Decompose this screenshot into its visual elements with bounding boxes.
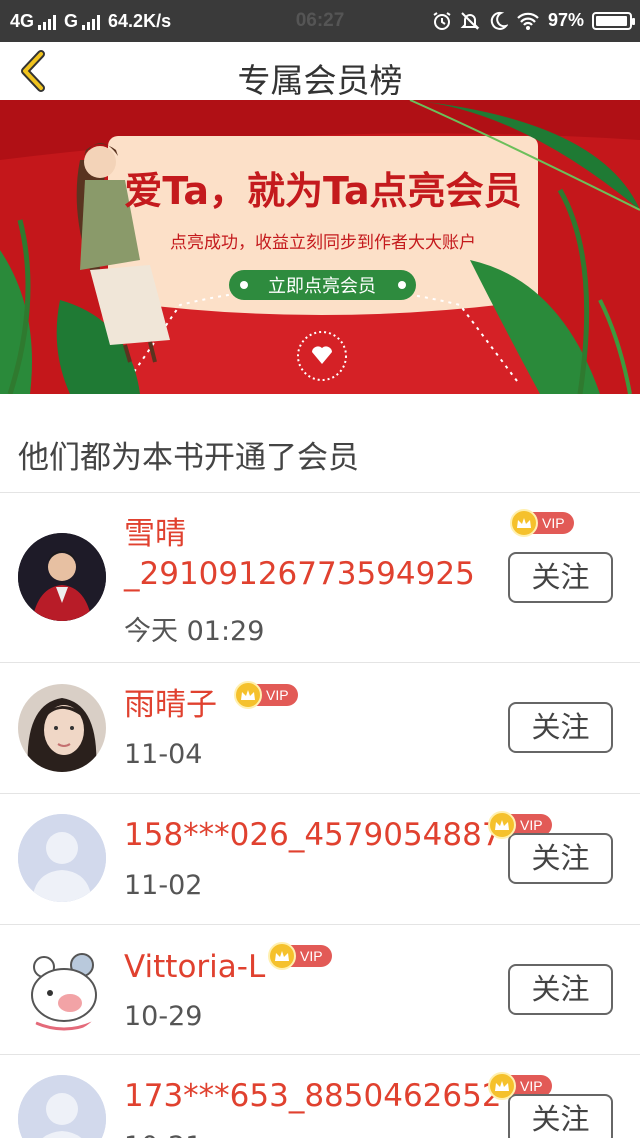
default-avatar-icon: [18, 1075, 106, 1138]
crown-icon: [488, 1072, 516, 1100]
avatar[interactable]: [18, 945, 106, 1033]
battery-percent: 97%: [547, 10, 584, 30]
vip-badge: VIP: [268, 942, 332, 970]
battery-icon: [592, 11, 635, 30]
section-title: 他们都为本书开通了会员: [18, 440, 359, 476]
avatar[interactable]: [18, 814, 106, 902]
member-time: 10-21: [124, 1131, 202, 1138]
member-name[interactable]: 158***026_4579054887: [124, 812, 502, 858]
member-time: 今天 01:29: [124, 616, 265, 647]
member-name-line2[interactable]: _29109126773594925: [124, 551, 475, 597]
list-item[interactable]: 雨晴子 11-04 VIP 关注: [0, 663, 640, 793]
list-item[interactable]: 173***653_8850462652 10-21 VIP 关注: [0, 1055, 640, 1138]
member-time: 11-04: [124, 739, 203, 770]
default-avatar-icon: [18, 814, 106, 902]
member-time: 10-29: [124, 1001, 203, 1032]
list-item[interactable]: 雪晴 _29109126773594925 今天 01:29 VIP 关注: [0, 493, 640, 662]
vip-badge: VIP: [234, 681, 298, 709]
promo-banner[interactable]: 爱Ta，就为Ta点亮会员 点亮成功，收益立刻同步到作者大大账户 立即点亮会员: [0, 100, 640, 394]
do-not-disturb-moon-icon: [490, 11, 508, 30]
banner-headline: 爱Ta，就为Ta点亮会员: [124, 169, 521, 213]
banner-subtext: 点亮成功，收益立刻同步到作者大大账户: [170, 233, 476, 253]
member-name[interactable]: 雨晴子: [124, 682, 217, 728]
avatar[interactable]: [18, 533, 106, 621]
avatar[interactable]: [18, 684, 106, 772]
page-title: 专属会员榜: [237, 61, 403, 100]
crown-icon: [234, 681, 262, 709]
vip-badge: VIP: [510, 509, 574, 537]
battery-fill: [596, 15, 628, 26]
follow-button[interactable]: 关注: [508, 1094, 613, 1138]
status-bar: 4G G 64.2K/s 06:27 97%: [0, 0, 640, 42]
follow-button[interactable]: 关注: [508, 833, 613, 884]
system-icons: 97%: [432, 10, 635, 31]
cartoon-bear-avatar: [18, 945, 106, 1033]
follow-button[interactable]: 关注: [508, 552, 613, 603]
banner-cta[interactable]: 立即点亮会员: [268, 276, 376, 297]
follow-button[interactable]: 关注: [508, 702, 613, 753]
crown-icon: [268, 942, 296, 970]
mute-notification-icon: [460, 11, 480, 30]
wifi-icon: [517, 12, 539, 30]
member-name[interactable]: 173***653_8850462652: [124, 1073, 502, 1119]
alarm-icon: [433, 11, 451, 30]
follow-button[interactable]: 关注: [508, 964, 613, 1015]
banner-illustration: 爱Ta，就为Ta点亮会员 点亮成功，收益立刻同步到作者大大账户 立即点亮会员: [0, 100, 640, 394]
avatar[interactable]: [18, 1075, 106, 1138]
list-item[interactable]: Vittoria-L 10-29 VIP 关注: [0, 925, 640, 1054]
member-time: 11-02: [124, 870, 203, 901]
member-name[interactable]: Vittoria-L: [124, 944, 265, 990]
list-item[interactable]: 158***026_4579054887 11-02 VIP 关注: [0, 794, 640, 924]
crown-icon: [488, 811, 516, 839]
nav-bar: 专属会员榜: [0, 42, 640, 100]
crown-icon: [510, 509, 538, 537]
